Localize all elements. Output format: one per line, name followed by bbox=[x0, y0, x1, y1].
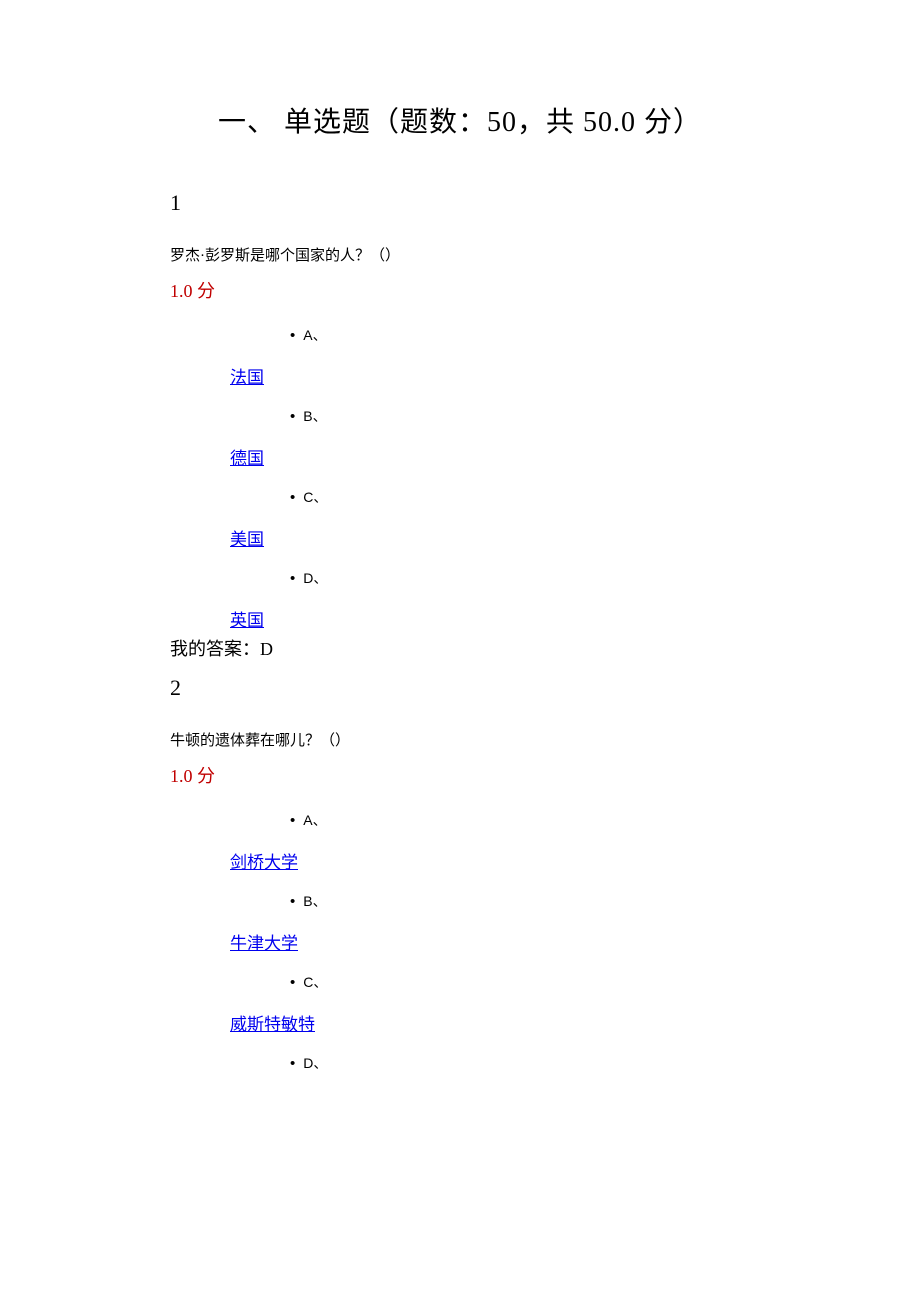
option: • A、 剑桥大学 bbox=[230, 810, 750, 873]
question-block: 1 罗杰·彭罗斯是哪个国家的人？（） 1.0 分 • A、 法国 • B、 德国 •… bbox=[170, 190, 750, 661]
question-number: 2 bbox=[170, 675, 750, 701]
bullet-icon: • bbox=[290, 1055, 295, 1072]
option-link[interactable]: 法国 bbox=[230, 363, 264, 388]
bullet-icon: • bbox=[290, 893, 295, 910]
page-content: 一、 单选题（题数：50，共 50.0 分） 1 罗杰·彭罗斯是哪个国家的人？（… bbox=[0, 0, 920, 1171]
question-score: 1.0 分 bbox=[170, 277, 750, 303]
bullet-icon: • bbox=[290, 974, 295, 991]
question-text: 罗杰·彭罗斯是哪个国家的人？（） bbox=[170, 244, 750, 265]
my-answer: 我的答案：D bbox=[170, 635, 750, 661]
option-letter: B、 bbox=[303, 893, 326, 909]
option-link[interactable]: 牛津大学 bbox=[230, 929, 298, 954]
option: • C、 美国 bbox=[230, 487, 750, 550]
bullet-icon: • bbox=[290, 812, 295, 829]
options-list: • A、 法国 • B、 德国 • C、 美国 • D、 英国 bbox=[230, 325, 750, 631]
option-link[interactable]: 美国 bbox=[230, 525, 264, 550]
option: • B、 牛津大学 bbox=[230, 891, 750, 954]
question-number: 1 bbox=[170, 190, 750, 216]
bullet-icon: • bbox=[290, 327, 295, 344]
option: • A、 法国 bbox=[230, 325, 750, 388]
question-text: 牛顿的遗体葬在哪儿？（） bbox=[170, 729, 750, 750]
question-block: 2 牛顿的遗体葬在哪儿？（） 1.0 分 • A、 剑桥大学 • B、 牛津大学 •… bbox=[170, 675, 750, 1073]
option-link[interactable]: 英国 bbox=[230, 606, 264, 631]
option: • D、 英国 bbox=[230, 568, 750, 631]
question-score: 1.0 分 bbox=[170, 762, 750, 788]
option: • C、 威斯特敏特 bbox=[230, 972, 750, 1035]
bullet-icon: • bbox=[290, 408, 295, 425]
option-letter: C、 bbox=[303, 974, 327, 990]
option-link[interactable]: 威斯特敏特 bbox=[230, 1010, 315, 1035]
option-letter: A、 bbox=[303, 327, 326, 343]
option-link[interactable]: 德国 bbox=[230, 444, 264, 469]
option: • D、 bbox=[230, 1053, 750, 1073]
option-letter: D、 bbox=[303, 570, 327, 586]
options-list: • A、 剑桥大学 • B、 牛津大学 • C、 威斯特敏特 • D、 bbox=[230, 810, 750, 1073]
bullet-icon: • bbox=[290, 489, 295, 506]
option-letter: C、 bbox=[303, 489, 327, 505]
option-link[interactable]: 剑桥大学 bbox=[230, 848, 298, 873]
option-letter: A、 bbox=[303, 812, 326, 828]
section-title: 一、 单选题（题数：50，共 50.0 分） bbox=[170, 100, 750, 140]
bullet-icon: • bbox=[290, 570, 295, 587]
option: • B、 德国 bbox=[230, 406, 750, 469]
option-letter: B、 bbox=[303, 408, 326, 424]
option-letter: D、 bbox=[303, 1055, 327, 1071]
